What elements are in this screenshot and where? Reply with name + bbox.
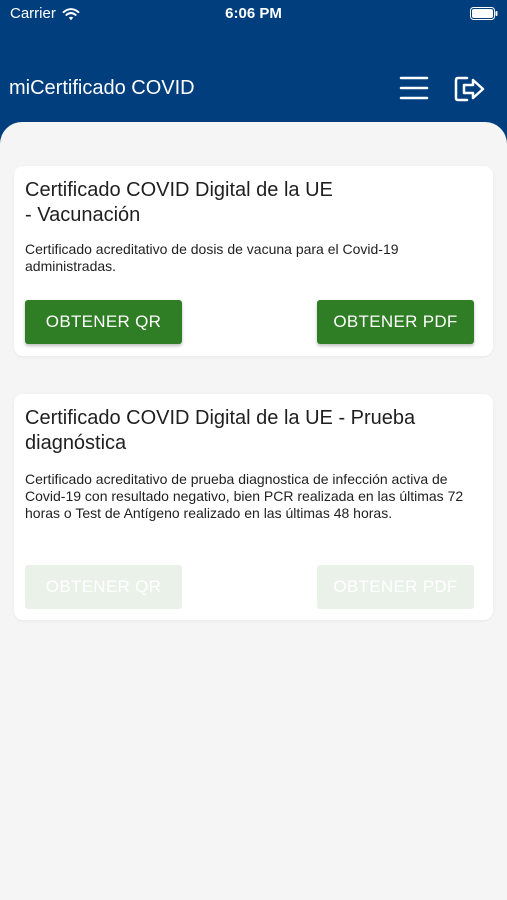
card-title-text: Certificado COVID Digital de la UE - Vac… <box>25 179 333 226</box>
main-content: Certificado COVID Digital de la UE - Vac… <box>0 122 507 900</box>
card-title: Certificado COVID Digital de la UE - Vac… <box>25 178 475 228</box>
card-description: Certificado acreditativo de prueba diagn… <box>25 471 464 521</box>
app-bar: miCertificado COVID <box>0 60 507 118</box>
get-qr-button-disabled[interactable]: OBTENER QR <box>25 565 182 609</box>
get-qr-button[interactable]: OBTENER QR <box>25 300 182 344</box>
diagnostic-test-certificate-card: Certificado COVID Digital de la UE - Pru… <box>14 394 493 620</box>
app-title: miCertificado COVID <box>9 77 195 99</box>
get-pdf-button[interactable]: OBTENER PDF <box>317 300 474 344</box>
card-description: Certificado acreditativo de dosis de vac… <box>25 241 399 274</box>
card-title: Certificado COVID Digital de la UE - Pru… <box>25 407 416 454</box>
vaccination-certificate-card: Certificado COVID Digital de la UE - Vac… <box>14 166 493 356</box>
status-bar: Carrier 6:06 PM <box>0 0 507 30</box>
menu-icon[interactable] <box>396 72 432 106</box>
battery-icon <box>470 7 498 20</box>
get-pdf-button-disabled[interactable]: OBTENER PDF <box>317 565 474 609</box>
status-time: 6:06 PM <box>225 5 282 22</box>
logout-icon[interactable] <box>452 72 488 106</box>
